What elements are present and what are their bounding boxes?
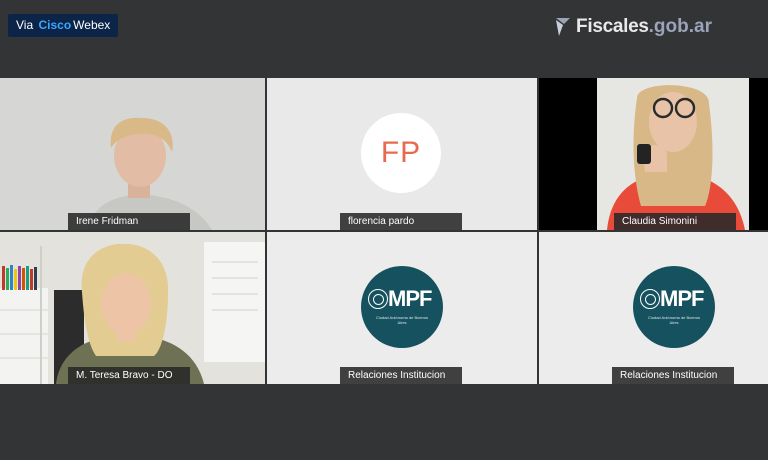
bottom-bar [0, 384, 768, 460]
participant-name: Relaciones Institucion [612, 367, 734, 384]
webex-badge: Via Cisco Webex [8, 14, 119, 37]
avatar: FP [361, 113, 441, 193]
mpf-letters: MPF [388, 286, 432, 311]
participant-name: florencia pardo [340, 213, 462, 230]
participant-video [597, 78, 749, 230]
badge-prefix: Via [16, 18, 34, 32]
participant-name: Claudia Simonini [614, 213, 736, 230]
video-tile[interactable]: Irene Fridman [0, 78, 265, 230]
mpf-subtitle: Ciudad Autónoma de Buenos Aires [375, 315, 429, 325]
fiscales-logo: Fiscales .gob.ar [554, 14, 712, 40]
badge-webex: Webex [73, 18, 111, 32]
video-tile[interactable]: Claudia Simonini [539, 78, 768, 230]
participant-name: M. Teresa Bravo - DO [68, 367, 190, 384]
mpf-letters: MPF [660, 286, 704, 311]
logo-name: Fiscales [576, 16, 649, 37]
fiscales-flag-icon [556, 18, 571, 36]
participant-video [0, 232, 265, 384]
mpf-logo: MPF Ciudad Autónoma de Buenos Aires [361, 266, 443, 348]
video-tile[interactable]: M. Teresa Bravo - DO [0, 232, 265, 384]
badge-cisco: Cisco [38, 18, 72, 32]
participant-name: Relaciones Institucion [340, 367, 462, 384]
participant-name: Irene Fridman [68, 213, 190, 230]
video-tile[interactable]: MPF Ciudad Autónoma de Buenos Aires Rela… [267, 232, 537, 384]
seal-icon [368, 289, 388, 309]
mpf-subtitle: Ciudad Autónoma de Buenos Aires [647, 315, 701, 325]
logo-tld: .gob.ar [648, 16, 712, 37]
seal-icon [640, 289, 660, 309]
mpf-logo: MPF Ciudad Autónoma de Buenos Aires [633, 266, 715, 348]
video-tile[interactable]: FP florencia pardo [267, 78, 537, 230]
participant-video [0, 78, 265, 230]
video-tile[interactable]: MPF Ciudad Autónoma de Buenos Aires Rela… [539, 232, 768, 384]
